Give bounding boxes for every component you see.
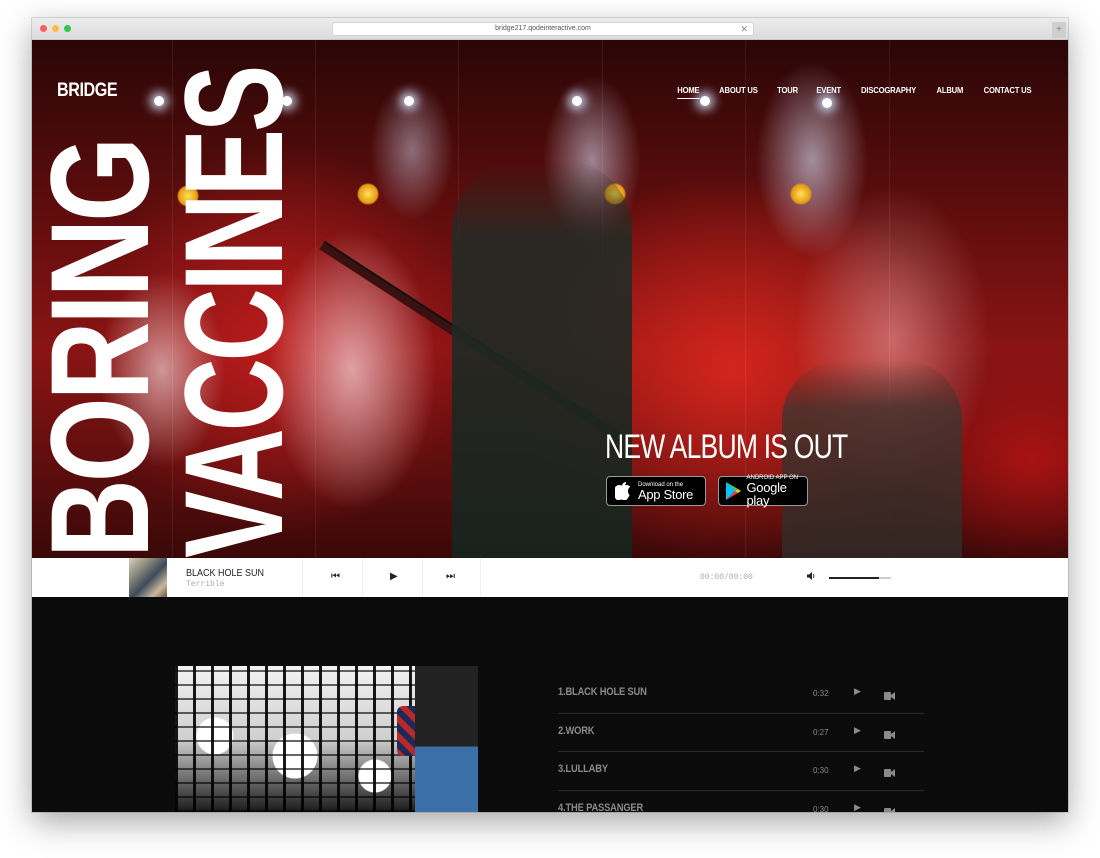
next-track-icon[interactable]: ⏭ [446,571,455,582]
app-store-button[interactable]: Download on the App Store [606,476,706,506]
album-cover-image [175,666,478,812]
audio-player: BLACK HOLE SUN Terrible ⏮ ▶ ⏭ 00:00/00:0… [32,558,1068,597]
track-duration: 0:30 [813,804,829,813]
apple-icon [613,481,633,501]
main-nav: HOME ABOUT US TOUR EVENT DISCOGRAPHY ALB… [660,85,1034,99]
maximize-window-button[interactable] [64,25,71,32]
previous-track-icon[interactable]: ⏮ [331,571,340,582]
nav-event[interactable]: EVENT [816,85,841,99]
track-name[interactable]: 1.BLACK HOLE SUN [558,686,647,698]
divider [480,558,481,597]
google-play-big-text: Google play [746,480,787,508]
stage-lamp-icon [357,183,379,205]
nav-album[interactable]: ALBUM [937,85,964,99]
track-play-icon[interactable]: ▶ [854,802,861,813]
google-play-icon [725,481,742,501]
track-play-icon[interactable]: ▶ [854,725,861,736]
video-camera-icon[interactable] [884,687,895,705]
track-duration: 0:27 [813,727,829,737]
track-duration: 0:32 [813,689,829,698]
volume-slider-fill [829,577,879,579]
site-logo[interactable]: BRIDGE [57,80,118,102]
hero-section: BORING VACCINES BRIDGE HOME ABOUT US TOU… [32,40,1068,558]
nav-contact-us[interactable]: CONTACT US [984,85,1032,99]
divider [422,558,423,597]
player-track-title: BLACK HOLE SUN [186,568,265,579]
track-name[interactable]: 3.LULLABY [558,763,608,775]
nav-tour[interactable]: TOUR [777,85,798,99]
stage-light-icon [572,96,582,106]
browser-window: bridge217.qodeinteractive.com ✕ + BORING… [32,18,1068,812]
player-time: 00:00/00:00 [700,573,753,582]
nav-discography[interactable]: DISCOGRAPHY [861,85,916,99]
stage-light-icon [404,96,414,106]
pedestrian-image [415,666,478,812]
video-camera-icon[interactable] [884,764,895,782]
google-play-button[interactable]: ANDROID APP ON Google play [718,475,808,508]
minimize-window-button[interactable] [52,25,59,32]
volume-slider[interactable] [829,577,891,579]
divider [362,558,363,597]
nav-home[interactable]: HOME [677,85,700,99]
video-camera-icon[interactable] [884,726,895,744]
browser-titlebar: bridge217.qodeinteractive.com ✕ + [32,18,1068,40]
nav-about-us[interactable]: ABOUT US [719,85,758,99]
address-bar[interactable]: bridge217.qodeinteractive.com ✕ [332,22,754,36]
track-name[interactable]: 4.THE PASSANGER [558,802,643,813]
track-play-icon[interactable]: ▶ [854,686,861,697]
album-section: 1.BLACK HOLE SUN 0:32 ▶ 2.WORK 0:27 ▶ 3.… [32,597,1068,812]
track-play-icon[interactable]: ▶ [854,763,861,774]
video-camera-icon[interactable] [884,803,895,812]
new-tab-button[interactable]: + [1052,22,1066,38]
player-artist: Terrible [186,580,225,589]
singer-image [452,160,632,558]
track-duration: 0:30 [813,766,829,775]
hero-headline: NEW ALBUM IS OUT [605,428,848,466]
app-store-big-text: App Store [638,486,694,502]
track-list: 1.BLACK HOLE SUN 0:32 ▶ 2.WORK 0:27 ▶ 3.… [558,675,924,812]
track-row[interactable]: 2.WORK 0:27 ▶ [558,714,924,752]
track-row[interactable]: 1.BLACK HOLE SUN 0:32 ▶ [558,675,924,714]
stage-lamp-icon [790,183,812,205]
track-thumbnail [129,558,167,597]
band-name-word-1: BORING [32,139,178,558]
band-name-word-2: VACCINES [155,67,312,558]
volume-icon[interactable] [807,572,816,582]
play-icon[interactable]: ▶ [390,571,398,582]
grid-line [315,40,316,558]
stage-light-icon [822,98,832,108]
track-row[interactable]: 3.LULLABY 0:30 ▶ [558,752,924,791]
close-window-button[interactable] [40,25,47,32]
divider [302,558,303,597]
track-name[interactable]: 2.WORK [558,725,595,737]
address-bar-url: bridge217.qodeinteractive.com [495,25,591,32]
track-row[interactable]: 4.THE PASSANGER 0:30 ▶ [558,791,924,813]
clear-url-icon[interactable]: ✕ [740,23,748,35]
